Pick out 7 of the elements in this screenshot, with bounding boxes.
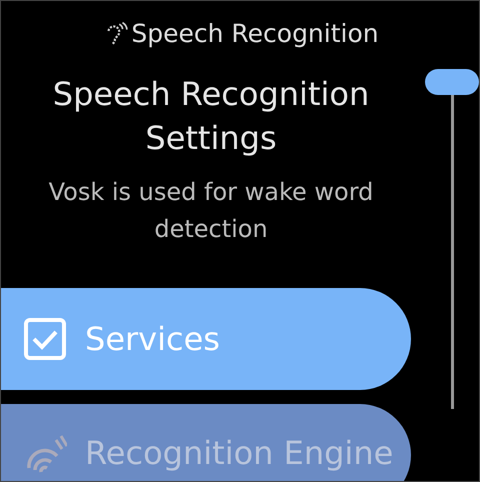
header-title: Speech Recognition: [131, 19, 379, 48]
menu-item[interactable]: Services: [1, 288, 411, 390]
page-heading: Speech Recognition Settings: [52, 74, 370, 159]
description-text: Vosk is used for wake word detection: [48, 177, 374, 245]
menu-item[interactable]: Recognition Engine: [1, 404, 411, 481]
scrollbar-thumb[interactable]: [425, 69, 479, 95]
checkbox-icon: [23, 317, 67, 361]
